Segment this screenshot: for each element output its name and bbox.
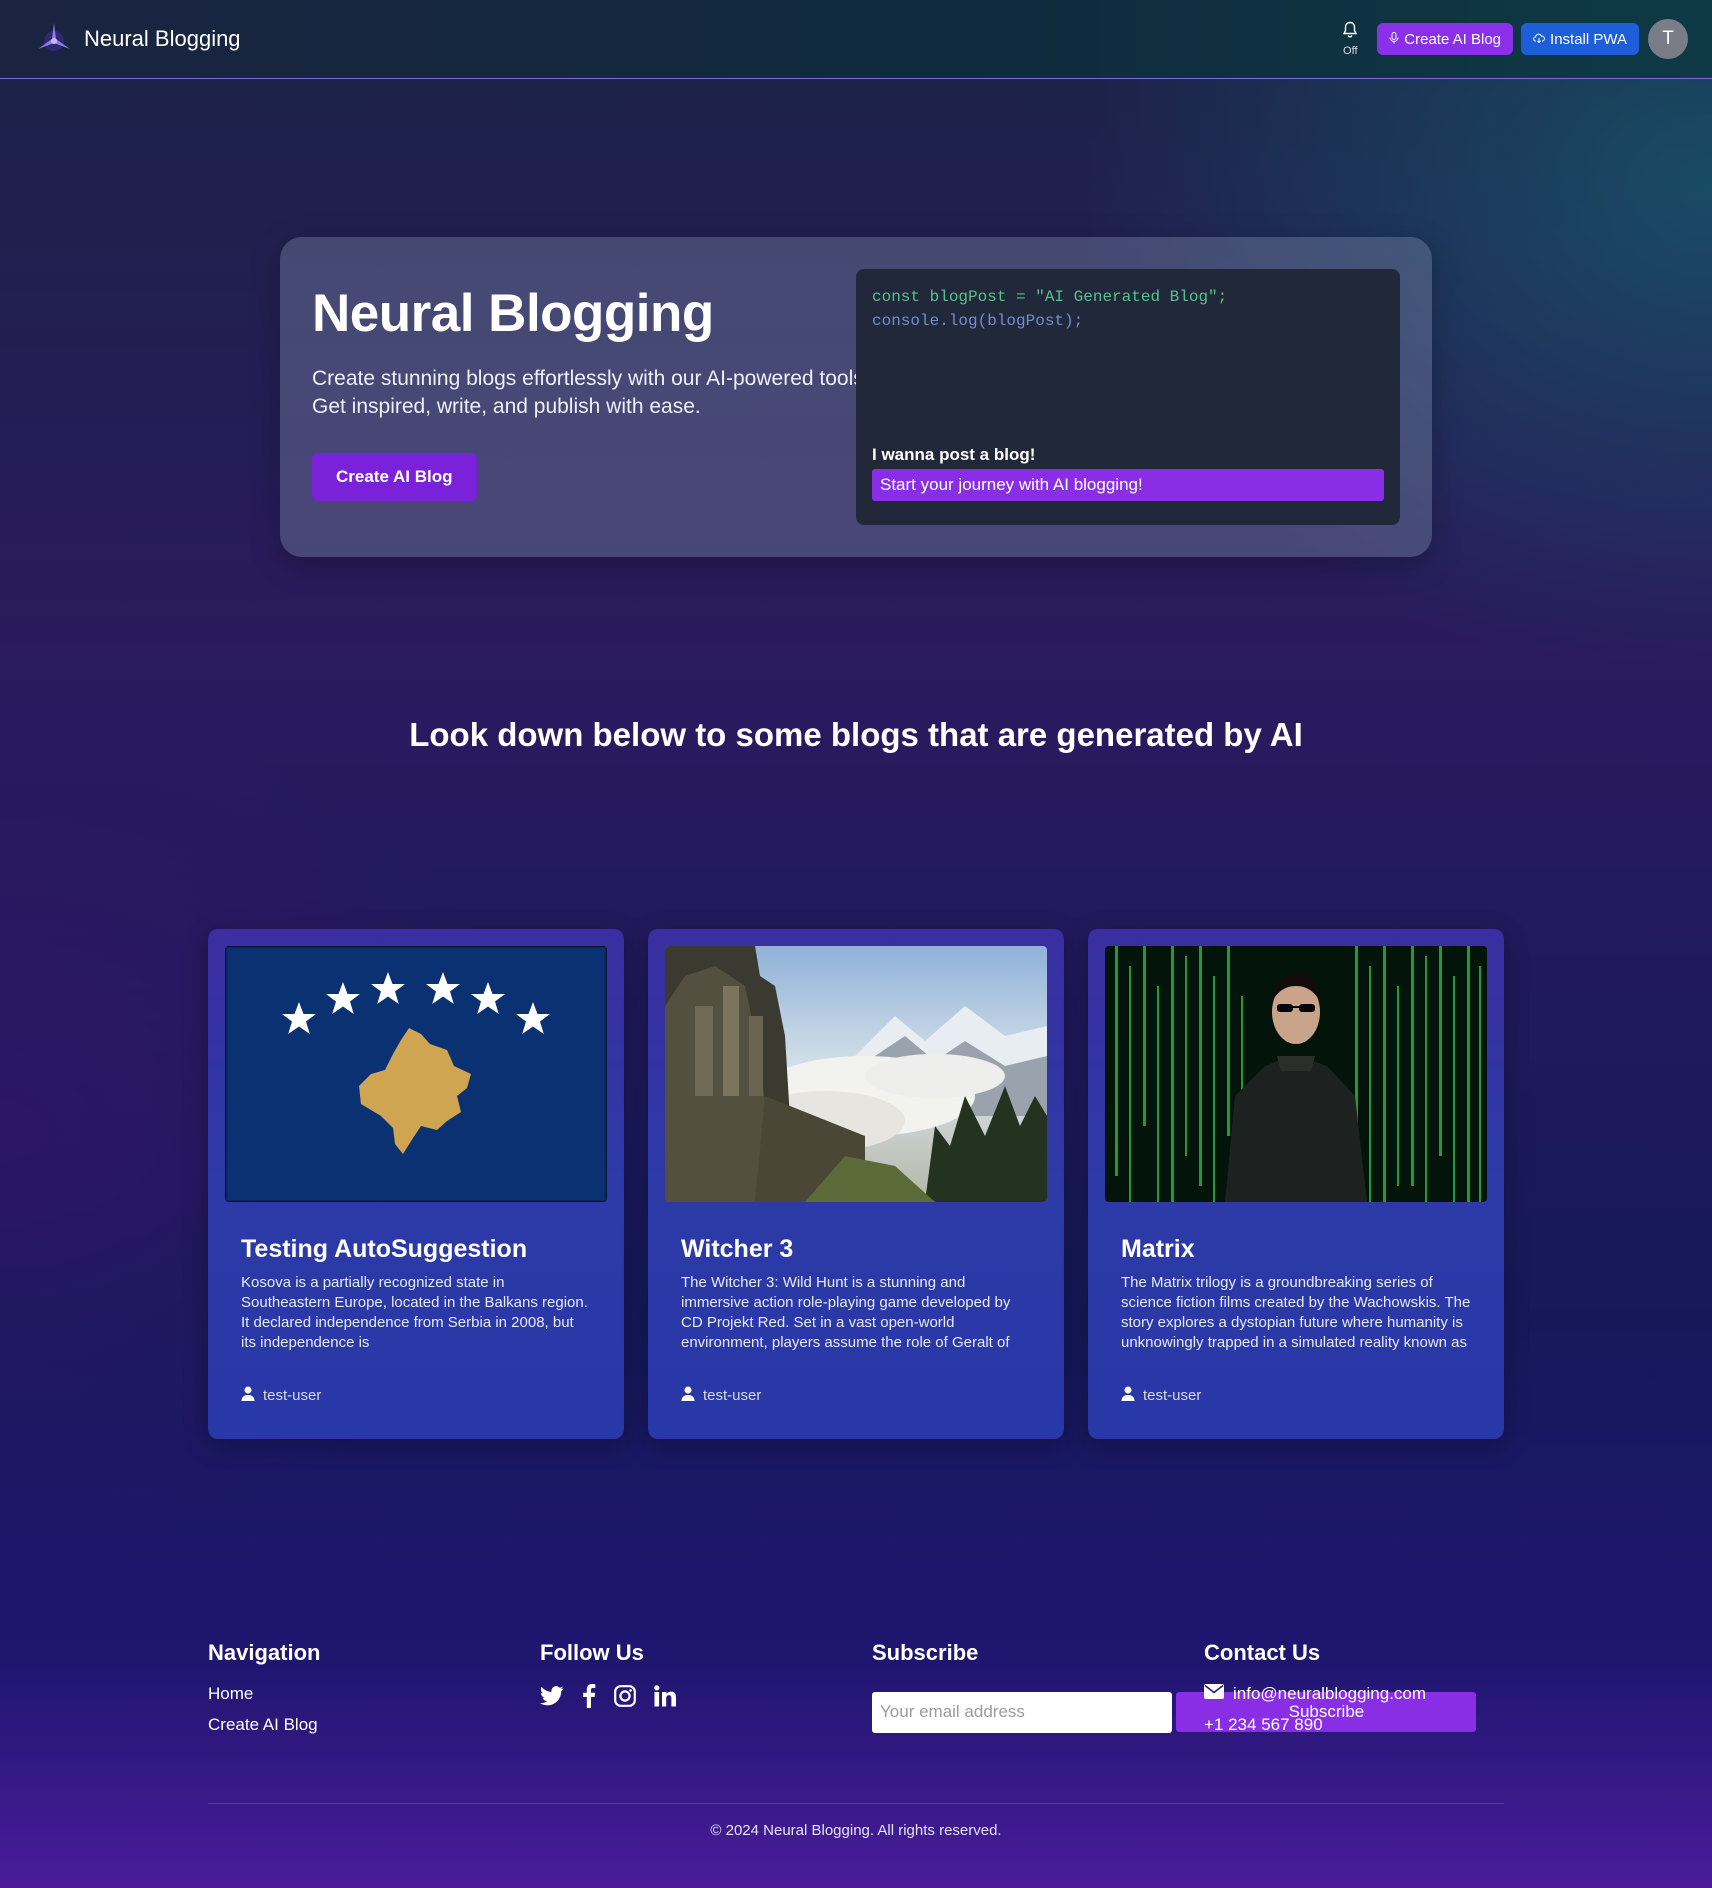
user-icon [1121, 1386, 1143, 1405]
create-ai-blog-label: Create AI Blog [1404, 30, 1502, 48]
blog-description: The Witcher 3: Wild Hunt is a stunning a… [681, 1274, 1011, 1351]
blog-card[interactable]: Witcher 3 The Witcher 3: Wild Hunt is a … [648, 929, 1064, 1439]
blog-title[interactable]: Matrix [1121, 1235, 1195, 1264]
code-line-2: console.log(blogPost); [872, 312, 1084, 330]
footer-navigation: Navigation Home Create AI Blog [208, 1640, 320, 1746]
microphone-icon [1389, 31, 1399, 47]
footer-link-home[interactable]: Home [208, 1684, 320, 1704]
code-preview-panel: const blogPost = "AI Generated Blog"; co… [856, 269, 1400, 525]
chat-reply-bar: Start your journey with AI blogging! [872, 469, 1384, 501]
blog-title[interactable]: Witcher 3 [681, 1235, 793, 1264]
castle-landscape-image [665, 946, 1047, 1202]
footer-contact: Contact Us info@neuralblogging.com +1 23… [1204, 1640, 1426, 1746]
install-pwa-label: Install PWA [1550, 30, 1627, 48]
instagram-icon[interactable] [614, 1685, 636, 1707]
notification-toggle[interactable]: Off [1337, 21, 1363, 57]
top-navbar: Neural Blogging Off Create AI Blog Insta… [0, 0, 1712, 79]
logo-icon[interactable] [34, 19, 74, 59]
facebook-icon[interactable] [582, 1684, 596, 1708]
hero-card: Neural Blogging Create stunning blogs ef… [280, 237, 1432, 557]
blog-author-name: test-user [1143, 1387, 1202, 1404]
footer-follow: Follow Us [540, 1640, 694, 1708]
envelope-icon [1204, 1684, 1233, 1704]
blog-author-name: test-user [263, 1387, 322, 1404]
contact-phone: +1 234 567 890 [1204, 1715, 1323, 1734]
section-title: Look down below to some blogs that are g… [409, 716, 1303, 753]
notification-status: Off [1343, 45, 1358, 57]
cloud-download-icon [1533, 32, 1545, 46]
matrix-neo-image [1105, 946, 1487, 1202]
install-pwa-button[interactable]: Install PWA [1521, 23, 1639, 55]
create-ai-blog-button[interactable]: Create AI Blog [1377, 23, 1514, 55]
user-icon [241, 1386, 263, 1405]
bell-icon [1342, 21, 1358, 44]
twitter-icon[interactable] [540, 1686, 564, 1706]
user-icon [681, 1386, 703, 1405]
footer-link-create-ai-blog[interactable]: Create AI Blog [208, 1715, 320, 1735]
code-line-1: const blogPost = "AI Generated Blog"; [872, 288, 1228, 306]
contact-email[interactable]: info@neuralblogging.com [1233, 1684, 1426, 1704]
blog-card[interactable]: Matrix The Matrix trilogy is a groundbre… [1088, 929, 1504, 1439]
footer-follow-title: Follow Us [540, 1640, 644, 1665]
email-input[interactable] [872, 1691, 1172, 1733]
kosovo-flag-image [225, 946, 607, 1202]
blog-author-name: test-user [703, 1387, 762, 1404]
blog-description: The Matrix trilogy is a groundbreaking s… [1121, 1274, 1471, 1351]
social-links [540, 1684, 694, 1708]
blog-author: test-user [1121, 1386, 1201, 1405]
footer-nav-title: Navigation [208, 1640, 321, 1665]
brand-name[interactable]: Neural Blogging [84, 26, 241, 52]
blog-author: test-user [681, 1386, 761, 1405]
chat-prompt-text: I wanna post a blog! [872, 445, 1036, 464]
hero-title: Neural Blogging [312, 284, 714, 343]
header-actions: Off Create AI Blog Install PWA T [1337, 19, 1688, 59]
blog-description: Kosova is a partially recognized state i… [241, 1274, 588, 1351]
contact-email-row: info@neuralblogging.com [1204, 1684, 1426, 1704]
footer-divider [208, 1803, 1504, 1804]
user-avatar[interactable]: T [1648, 19, 1688, 59]
footer-contact-title: Contact Us [1204, 1640, 1321, 1665]
blog-author: test-user [241, 1386, 321, 1405]
hero-subtitle: Create stunning blogs effortlessly with … [312, 367, 870, 418]
copyright-text: © 2024 Neural Blogging. All rights reser… [710, 1822, 1002, 1839]
hero-create-ai-blog-button[interactable]: Create AI Blog [312, 453, 477, 501]
blog-card[interactable]: Testing AutoSuggestion Kosova is a parti… [208, 929, 624, 1439]
blog-title[interactable]: Testing AutoSuggestion [241, 1235, 527, 1264]
linkedin-icon[interactable] [654, 1685, 676, 1707]
